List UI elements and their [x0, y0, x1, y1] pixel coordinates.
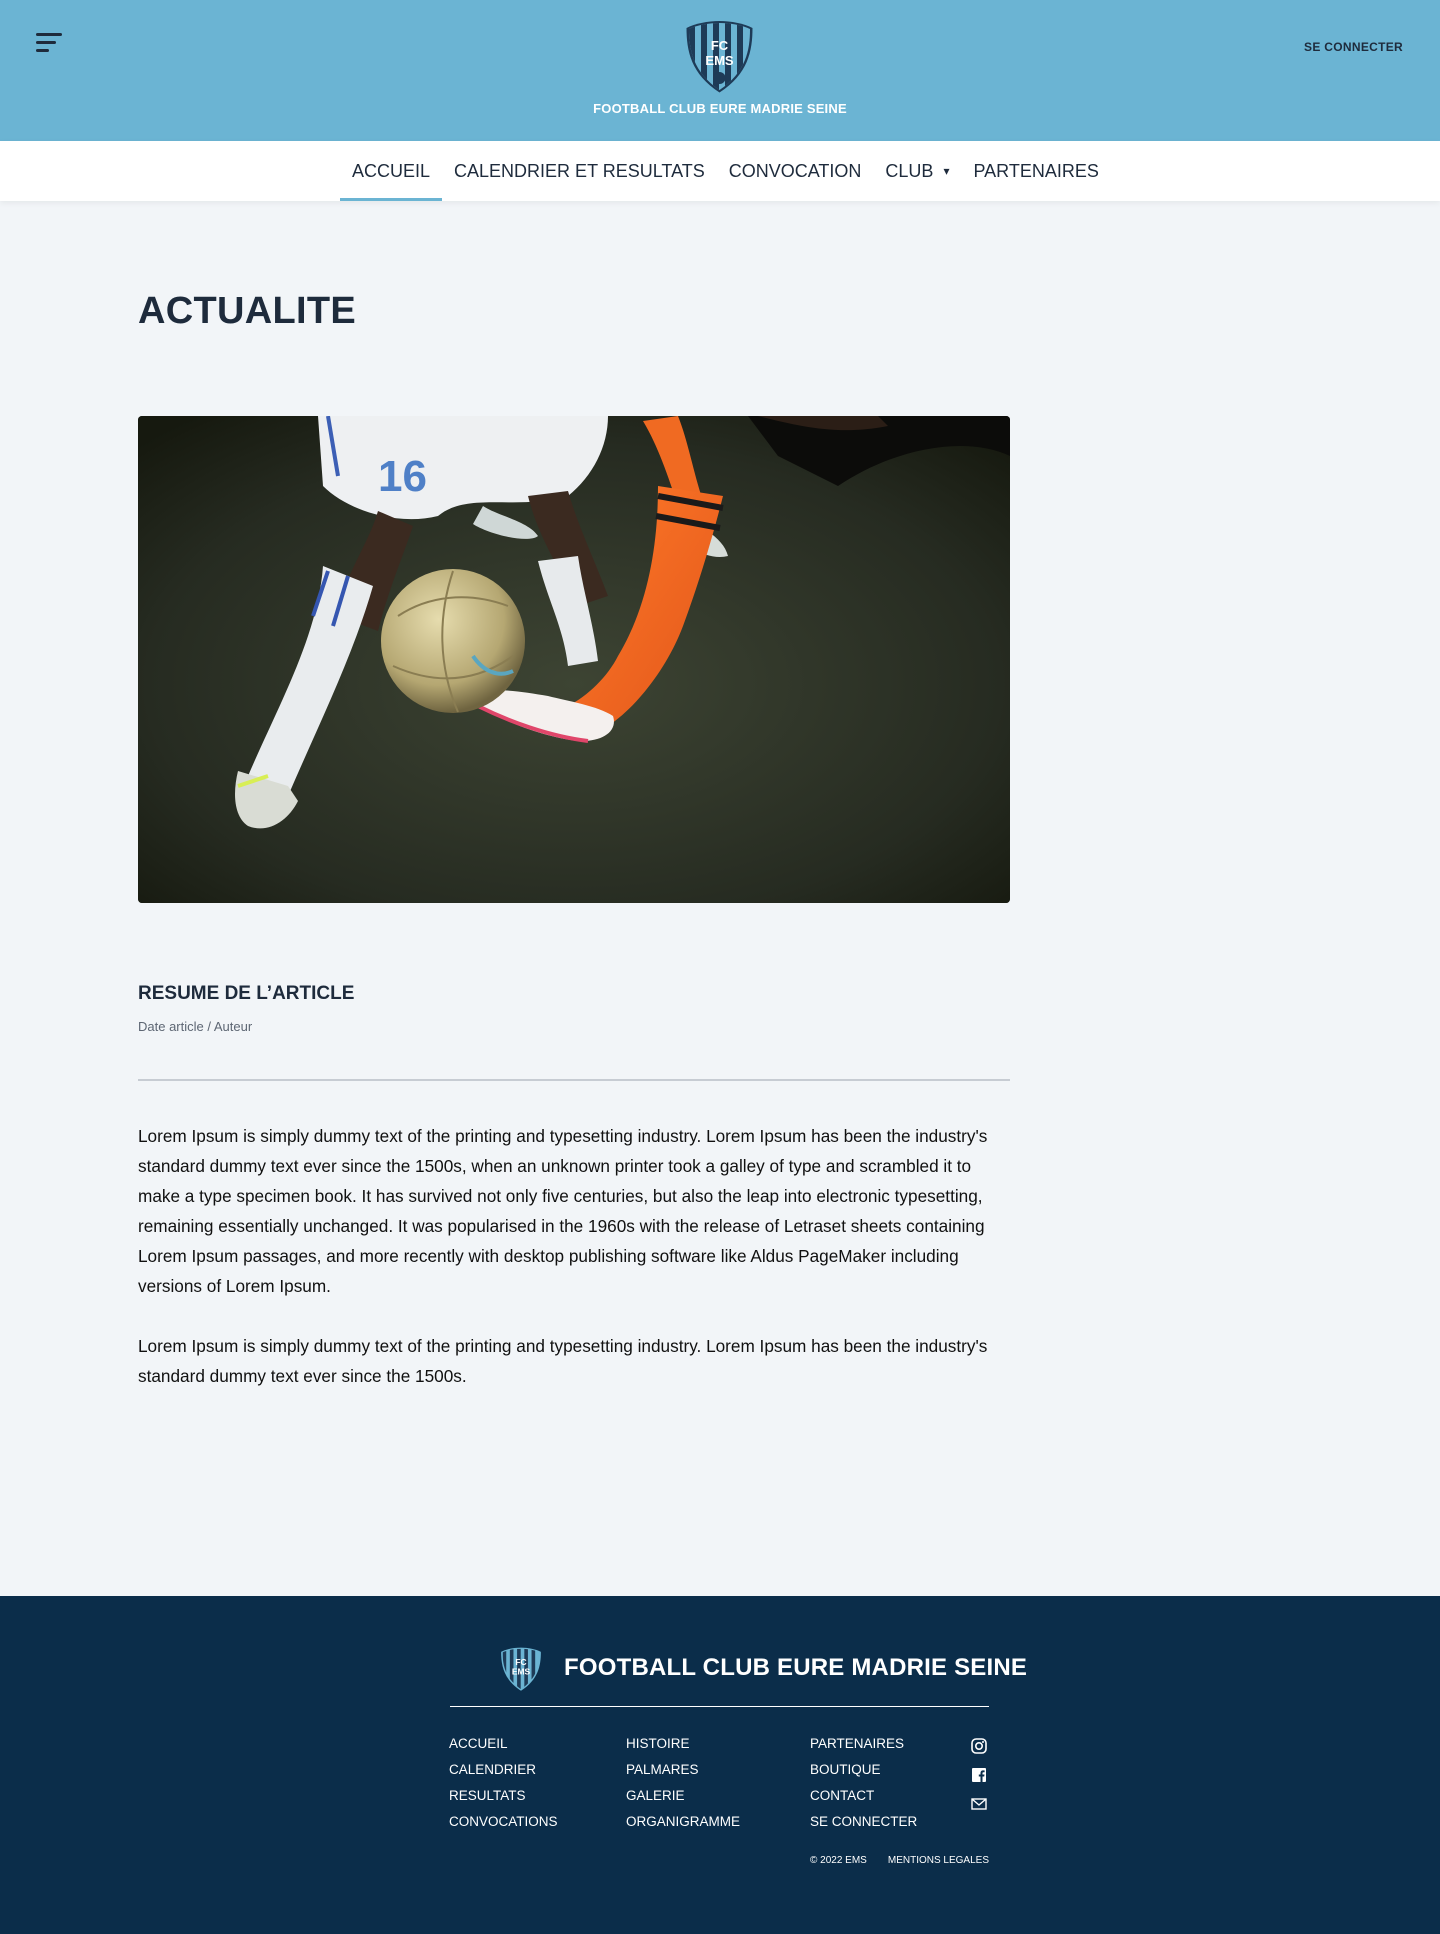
footer-link-organigramme[interactable]: ORGANIGRAMME [626, 1813, 740, 1839]
footer-crest-logo[interactable]: FC EMS [499, 1647, 543, 1691]
article-hero-image: 16 [138, 416, 1010, 903]
footer-title: FOOTBALL CLUB EURE MADRIE SEINE [564, 1654, 1028, 1681]
footer-link-calendrier[interactable]: CALENDRIER [449, 1761, 558, 1787]
footer-column-1: ACCUEIL CALENDRIER RESULTATS CONVOCATION… [449, 1735, 558, 1839]
site-footer: FC EMS FOOTBALL CLUB EURE MADRIE SEINE A… [0, 1596, 1440, 1934]
nav-item-label: CALENDRIER ET RESULTATS [454, 160, 705, 181]
footer-link-resultats[interactable]: RESULTATS [449, 1787, 558, 1813]
mail-icon[interactable] [970, 1795, 988, 1813]
nav-list: ACCUEIL CALENDRIER ET RESULTATS CONVOCAT… [340, 141, 1111, 201]
nav-item-club[interactable]: CLUB ▾ [873, 141, 961, 201]
crest-initials-top: FC [711, 38, 729, 53]
soccer-players-ball-photo: 16 [138, 416, 1010, 903]
footer-link-accueil[interactable]: ACCUEIL [449, 1735, 558, 1761]
hamburger-menu-icon[interactable] [36, 33, 66, 55]
nav-item-label: CONVOCATION [728, 160, 862, 181]
nav-item-label: ACCUEIL [352, 160, 431, 181]
footer-link-se-connecter[interactable]: SE CONNECTER [810, 1813, 917, 1839]
article-title: RESUME DE L’ARTICLE [138, 983, 355, 1004]
footer-link-palmares[interactable]: PALMARES [626, 1761, 740, 1787]
footer-bottom: © 2022 EMS MENTIONS LEGALES [810, 1855, 989, 1866]
crest-initials-top: FC [515, 1657, 526, 1667]
instagram-icon[interactable] [970, 1737, 988, 1755]
article-paragraph: Lorem Ipsum is simply dummy text of the … [138, 1126, 988, 1296]
footer-column-2: HISTOIRE PALMARES GALERIE ORGANIGRAMME [626, 1735, 740, 1839]
login-link[interactable]: SE CONNECTER [1304, 40, 1403, 54]
footer-divider [450, 1706, 989, 1707]
club-name: FOOTBALL CLUB EURE MADRIE SEINE [593, 101, 847, 116]
footer-column-3: PARTENAIRES BOUTIQUE CONTACT SE CONNECTE… [810, 1735, 917, 1839]
club-crest-logo[interactable]: FC EMS [683, 20, 756, 93]
article-meta: Date article / Auteur [138, 1019, 253, 1034]
social-links [970, 1737, 988, 1824]
nav-item-convocation[interactable]: CONVOCATION [717, 141, 874, 201]
facebook-icon[interactable] [970, 1766, 988, 1784]
nav-item-label: PARTENAIRES [973, 160, 1099, 181]
site-header: FC EMS FOOTBALL CLUB EURE MADRIE SEINE S… [0, 0, 1440, 141]
page-title: ACTUALITE [138, 290, 357, 332]
crest-initials-bottom: EMS [512, 1667, 531, 1677]
footer-link-partenaires[interactable]: PARTENAIRES [810, 1735, 917, 1761]
nav-item-label: CLUB [885, 160, 934, 181]
article-paragraph: Lorem Ipsum is simply dummy text of the … [138, 1336, 988, 1386]
nav-item-partenaires[interactable]: PARTENAIRES [961, 141, 1110, 201]
footer-link-convocations[interactable]: CONVOCATIONS [449, 1813, 558, 1839]
svg-text:16: 16 [378, 452, 427, 501]
footer-link-contact[interactable]: CONTACT [810, 1787, 917, 1813]
footer-link-galerie[interactable]: GALERIE [626, 1787, 740, 1813]
chevron-down-icon: ▾ [943, 164, 950, 178]
legal-mentions-link[interactable]: MENTIONS LEGALES [888, 1855, 989, 1866]
main-navigation: ACCUEIL CALENDRIER ET RESULTATS CONVOCAT… [0, 141, 1440, 201]
nav-item-accueil[interactable]: ACCUEIL [340, 141, 443, 201]
nav-item-calendrier[interactable]: CALENDRIER ET RESULTATS [442, 141, 717, 201]
crest-initials-bottom: EMS [705, 53, 734, 68]
footer-link-histoire[interactable]: HISTOIRE [626, 1735, 740, 1761]
footer-link-boutique[interactable]: BOUTIQUE [810, 1761, 917, 1787]
copyright-text: © 2022 EMS [810, 1855, 867, 1866]
divider [138, 1079, 1010, 1081]
